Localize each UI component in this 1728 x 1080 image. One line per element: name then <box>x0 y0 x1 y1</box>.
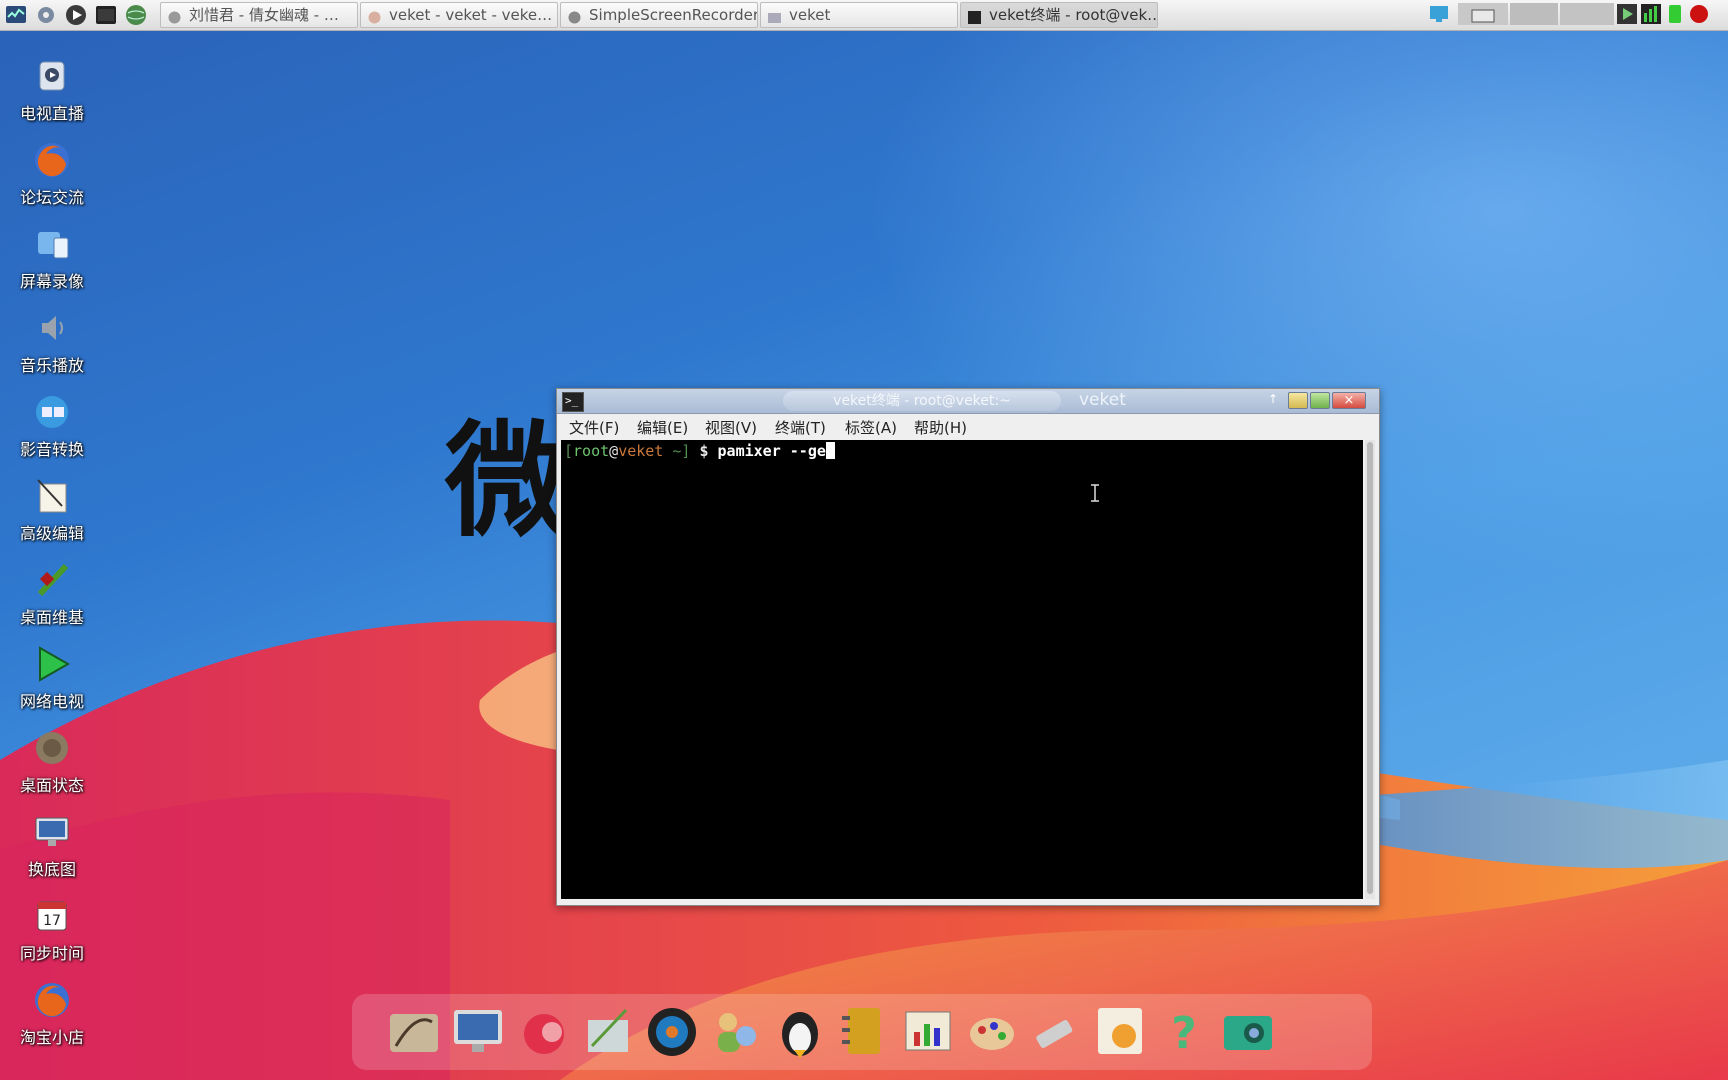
workspace-1[interactable] <box>1458 3 1508 25</box>
battery-icon[interactable] <box>1664 3 1686 25</box>
scrollbar[interactable] <box>1365 440 1375 899</box>
terminal-window[interactable]: veket终端 - root@veket:~ veket ↑ × 文件(F) 编… <box>556 388 1380 906</box>
media-play-icon[interactable] <box>1616 3 1638 25</box>
dock-veket-icon[interactable] <box>1092 1002 1148 1060</box>
text-editor-icon <box>32 476 72 516</box>
dock-paint-icon[interactable] <box>964 1002 1020 1060</box>
terminal-window-icon[interactable] <box>562 392 584 412</box>
play-icon[interactable] <box>64 3 88 27</box>
dock-media-player-icon[interactable] <box>644 1002 700 1060</box>
taskbar: 刘惜君 - 倩女幽魂 - … veket - veket - veke… Sim… <box>0 0 1728 31</box>
close-button[interactable]: × <box>1332 392 1366 409</box>
task-screen-recorder[interactable]: SimpleScreenRecorder <box>560 2 758 28</box>
task-browser[interactable]: veket - veket - veke… <box>360 2 558 28</box>
terminal-console[interactable]: [root@veket ~] $ pamixer --ge <box>561 440 1363 899</box>
dock-usb-icon[interactable] <box>1028 1002 1084 1060</box>
dock-chart-icon[interactable] <box>900 1002 956 1060</box>
minimize-button[interactable] <box>1288 392 1308 409</box>
firefox-icon <box>32 140 72 180</box>
status-dial-icon <box>32 728 72 768</box>
desktop-icon-forum[interactable]: 论坛交流 <box>12 140 92 216</box>
mouse-ibeam-cursor-icon <box>1091 484 1099 502</box>
speaker-icon <box>32 308 72 348</box>
screen-record-icon <box>32 224 72 264</box>
dock-penguin-icon[interactable] <box>772 1002 828 1060</box>
menu-view[interactable]: 视图(V) <box>705 417 757 438</box>
cpu-meter-icon[interactable] <box>1640 3 1662 25</box>
scrollbar-thumb[interactable] <box>1367 442 1373 894</box>
terminal-icon[interactable] <box>94 3 118 27</box>
typed-command: pamixer --ge <box>717 442 826 460</box>
window-title: veket终端 - root@veket:~ <box>783 391 1061 411</box>
media-convert-icon <box>32 392 72 432</box>
prompt-user: root <box>573 442 610 460</box>
menu-help[interactable]: 帮助(H) <box>914 417 967 438</box>
maximize-button[interactable] <box>1310 392 1330 409</box>
dock-address-book-icon[interactable] <box>836 1002 892 1060</box>
prompt-host: veket <box>618 442 664 460</box>
calendar-icon: 17 <box>32 896 72 936</box>
desktop-icon-desktop-wiki[interactable]: 桌面维基 <box>12 560 92 636</box>
terminal-icon <box>967 8 982 24</box>
task-file-manager[interactable]: veket <box>760 2 958 28</box>
desktop-icon-media-convert[interactable]: 影音转换 <box>12 392 92 468</box>
dock-file-manager-icon[interactable] <box>386 1002 442 1060</box>
dock-notepad-icon[interactable] <box>580 1002 636 1060</box>
pin-icon[interactable]: ↑ <box>1268 392 1278 406</box>
recorder-icon <box>567 8 582 24</box>
dock-camera-icon[interactable] <box>1220 1002 1276 1060</box>
desktop-icon-sync-time[interactable]: 17 同步时间 <box>12 896 92 972</box>
folder-icon <box>767 8 782 23</box>
prompt-dir: ~] <box>663 442 691 460</box>
record-icon[interactable] <box>1688 3 1710 25</box>
workspace-2[interactable] <box>1510 3 1558 25</box>
dock-monitor-icon[interactable] <box>450 1002 506 1060</box>
browser-icon <box>367 8 382 24</box>
svg-text:?: ? <box>1171 1008 1197 1059</box>
menu-bar: 文件(F) 编辑(E) 视图(V) 终端(T) 标签(A) 帮助(H) <box>557 414 1379 438</box>
firefox-icon <box>32 980 72 1020</box>
menu-tabs[interactable]: 标签(A) <box>845 417 897 438</box>
desktop-icon-taobao-shop[interactable]: 淘宝小店 <box>12 980 92 1056</box>
globe-icon[interactable] <box>124 3 148 27</box>
desktop-icon-screen-record[interactable]: 屏幕录像 <box>12 224 92 300</box>
desktop-icon-desktop-status[interactable]: 桌面状态 <box>12 728 92 804</box>
dock-help-icon[interactable]: ? <box>1156 1002 1212 1060</box>
desktop-icon-advanced-edit[interactable]: 高级编辑 <box>12 476 92 552</box>
desktop-icon-tv-live[interactable]: 电视直播 <box>12 56 92 132</box>
desktop-icon-network-tv[interactable]: 网络电视 <box>12 644 92 720</box>
menu-file[interactable]: 文件(F) <box>569 417 619 438</box>
task-terminal[interactable]: veket终端 - root@vek… <box>960 2 1158 28</box>
dock-users-icon[interactable] <box>708 1002 764 1060</box>
wiki-icon <box>32 560 72 600</box>
settings-gear-icon[interactable] <box>34 3 58 27</box>
menu-edit[interactable]: 编辑(E) <box>637 417 688 438</box>
network-icon[interactable] <box>1428 3 1450 25</box>
window-title-right: veket <box>1079 390 1126 410</box>
workspace-3[interactable] <box>1560 3 1614 25</box>
dock-cat-icon[interactable] <box>516 1002 572 1060</box>
monitor-icon <box>32 812 72 852</box>
shell-prompt-line: [root@veket ~] $ pamixer --ge <box>564 442 835 460</box>
desktop-icon-music[interactable]: 音乐播放 <box>12 308 92 384</box>
task-music-player[interactable]: 刘惜君 - 倩女幽魂 - … <box>160 2 358 28</box>
tv-icon <box>32 56 72 96</box>
desktop-icon-change-wallpaper[interactable]: 换底图 <box>12 812 92 888</box>
text-cursor <box>825 442 835 459</box>
system-monitor-icon[interactable] <box>4 3 28 27</box>
green-play-icon <box>32 644 72 684</box>
dock: ? <box>352 994 1372 1070</box>
wallpaper-widget-text: 微 <box>445 410 570 554</box>
music-app-icon <box>167 8 182 24</box>
svg-text:17: 17 <box>43 913 61 929</box>
window-titlebar[interactable]: veket终端 - root@veket:~ veket ↑ × <box>557 389 1379 414</box>
menu-terminal[interactable]: 终端(T) <box>775 417 826 438</box>
